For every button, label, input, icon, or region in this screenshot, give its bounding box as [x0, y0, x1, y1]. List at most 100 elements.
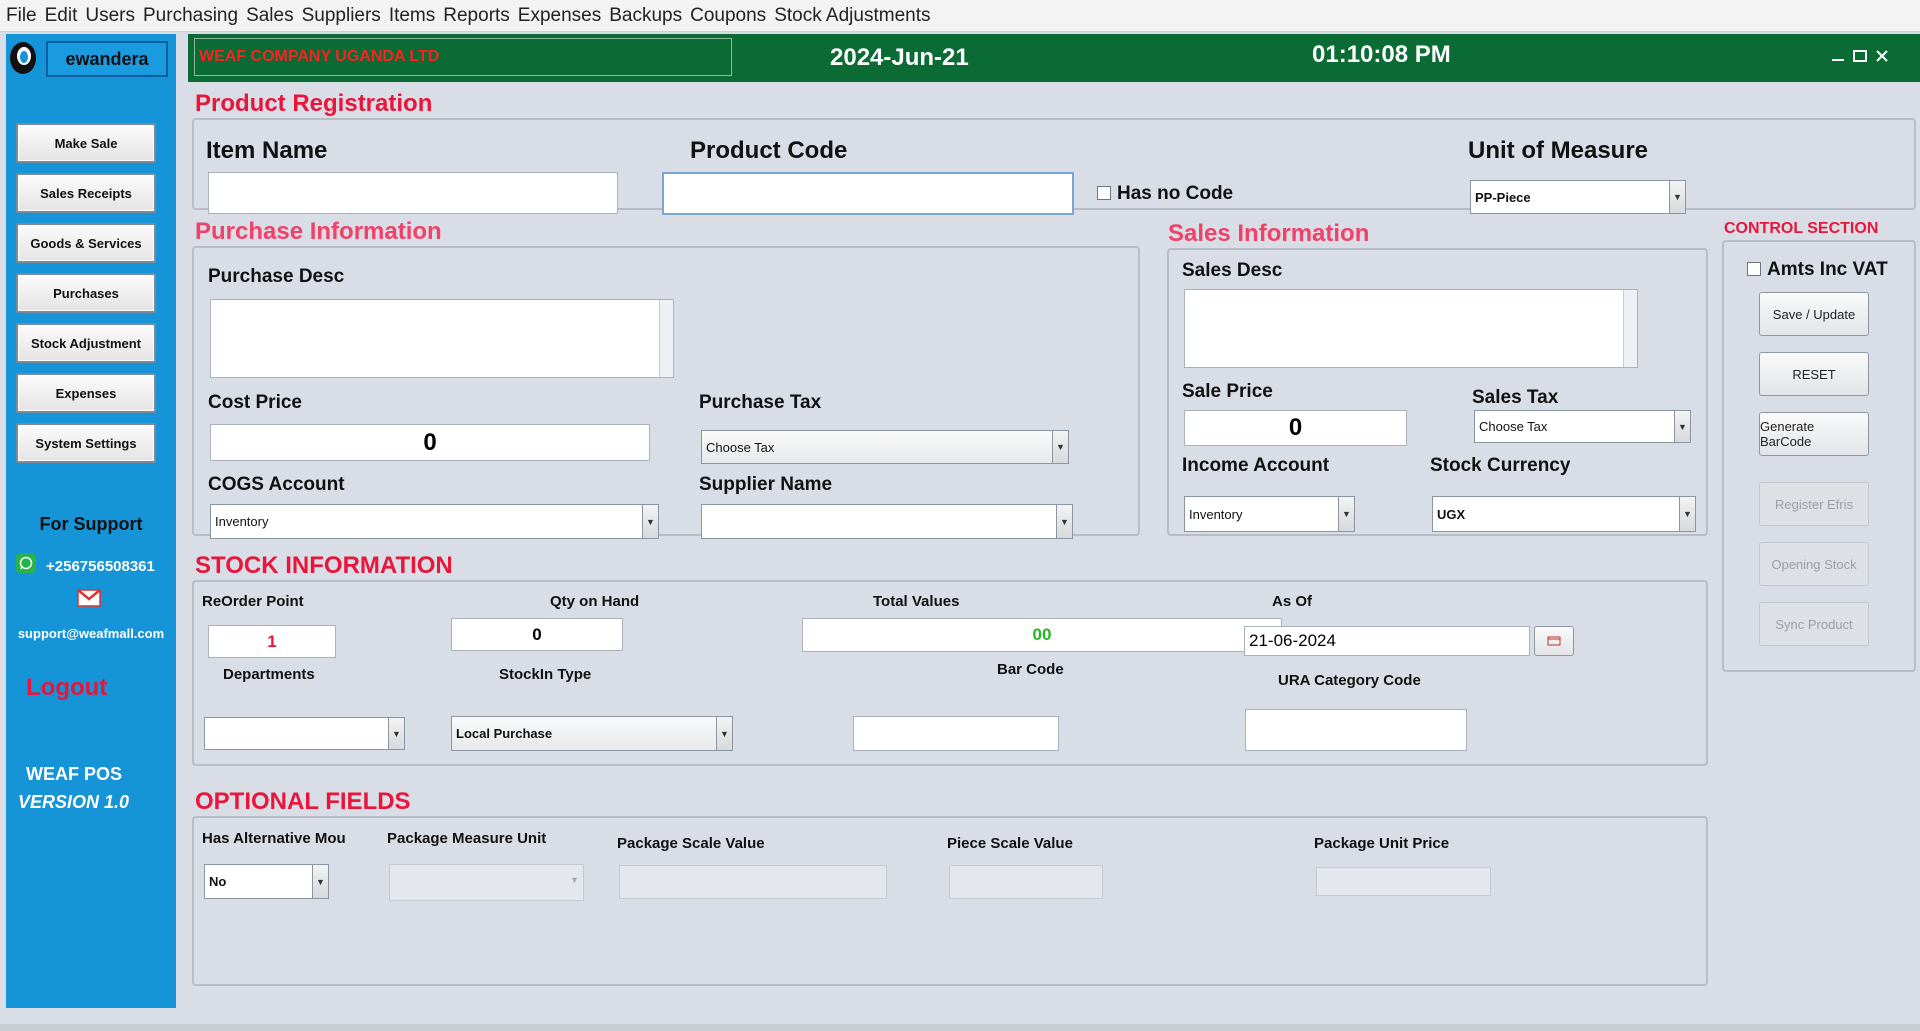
close-icon[interactable]: [1874, 48, 1890, 64]
sales-receipts-button[interactable]: Sales Receipts: [16, 173, 156, 213]
goods-services-button[interactable]: Goods & Services: [16, 223, 156, 263]
piece-scale-value-input[interactable]: [949, 865, 1103, 899]
support-email[interactable]: support@weafmall.com: [6, 626, 176, 641]
purchase-tax-select[interactable]: Choose Tax ▼: [701, 430, 1069, 464]
unit-of-measure-label: Unit of Measure: [1468, 137, 1649, 164]
as-of-date-value: 21-06-2024: [1249, 631, 1336, 650]
package-unit-price-input[interactable]: [1316, 867, 1491, 896]
header-bar: WEAF COMPANY UGANDA LTD 2024-Jun-21 01:1…: [188, 34, 1920, 82]
menu-edit[interactable]: Edit: [45, 5, 78, 27]
optional-fields-title: OPTIONAL FIELDS: [195, 788, 411, 815]
register-efris-button[interactable]: Register Efris: [1759, 482, 1869, 526]
chevron-down-icon: ▼: [388, 718, 404, 749]
purchases-button[interactable]: Purchases: [16, 273, 156, 313]
menu-suppliers[interactable]: Suppliers: [302, 5, 381, 27]
product-code-input[interactable]: [662, 172, 1074, 215]
sale-price-label: Sale Price: [1182, 381, 1273, 402]
menu-expenses[interactable]: Expenses: [518, 5, 601, 27]
sales-desc-scrollbar[interactable]: [1623, 290, 1637, 367]
save-update-button[interactable]: Save / Update: [1759, 292, 1869, 336]
as-of-date-input[interactable]: 21-06-2024: [1244, 626, 1530, 656]
support-phone: +256756508361: [46, 558, 155, 575]
menu-stock-adjustments[interactable]: Stock Adjustments: [774, 5, 930, 27]
unit-of-measure-value: PP-Piece: [1475, 189, 1531, 205]
chevron-down-icon: ▼: [1056, 505, 1072, 538]
menu-purchasing[interactable]: Purchasing: [143, 5, 238, 27]
cost-price-input[interactable]: 0: [210, 424, 650, 461]
sales-tax-value: Choose Tax: [1479, 419, 1548, 434]
mail-icon: [77, 589, 101, 607]
cogs-account-select[interactable]: Inventory ▼: [210, 504, 659, 539]
generate-barcode-button[interactable]: Generate BarCode: [1759, 412, 1869, 456]
menu-items[interactable]: Items: [389, 5, 435, 27]
amts-inc-vat-label: Amts Inc VAT: [1767, 259, 1888, 280]
chevron-down-icon: ▼: [716, 717, 732, 750]
chevron-down-icon: ▼: [642, 505, 658, 538]
supplier-name-select[interactable]: ▼: [701, 504, 1073, 539]
username-badge: ewandera: [46, 41, 168, 77]
has-alternative-mou-select[interactable]: No ▼: [204, 864, 329, 899]
cogs-account-value: Inventory: [215, 514, 269, 529]
stockin-type-select[interactable]: Local Purchase ▼: [451, 716, 733, 751]
make-sale-button[interactable]: Make Sale: [16, 123, 156, 163]
chevron-down-icon: ▼: [1338, 497, 1354, 531]
cost-price-value: 0: [423, 428, 437, 456]
purchase-desc-scrollbar[interactable]: [659, 300, 673, 377]
item-name-input[interactable]: [208, 172, 618, 214]
menu-users[interactable]: Users: [85, 5, 135, 27]
departments-select[interactable]: ▼: [204, 717, 405, 750]
purchase-desc-label: Purchase Desc: [208, 266, 345, 287]
menu-bar: File Edit Users Purchasing Sales Supplie…: [0, 0, 1920, 32]
sales-tax-select[interactable]: Choose Tax ▼: [1474, 410, 1691, 443]
package-scale-value-label: Package Scale Value: [617, 835, 765, 852]
total-values-value: 00: [1032, 625, 1052, 644]
reorder-point-label: ReOrder Point: [202, 593, 304, 610]
bar-code-input[interactable]: [853, 716, 1059, 751]
package-scale-value-input[interactable]: [619, 865, 887, 899]
menu-backups[interactable]: Backups: [609, 5, 682, 27]
sales-desc-textarea[interactable]: [1184, 289, 1638, 368]
purchase-desc-textarea[interactable]: [210, 299, 674, 378]
calendar-icon[interactable]: [1534, 626, 1574, 656]
stock-currency-select[interactable]: UGX ▼: [1432, 496, 1696, 532]
menu-coupons[interactable]: Coupons: [690, 5, 766, 27]
system-settings-button[interactable]: System Settings: [16, 423, 156, 463]
supplier-name-label: Supplier Name: [699, 474, 833, 495]
expenses-button[interactable]: Expenses: [16, 373, 156, 413]
ura-category-code-label: URA Category Code: [1278, 672, 1421, 689]
maximize-icon[interactable]: [1852, 48, 1868, 64]
sync-product-button[interactable]: Sync Product: [1759, 602, 1869, 646]
header-date: 2024-Jun-21: [830, 44, 969, 71]
package-measure-unit-select[interactable]: ▼: [389, 864, 584, 901]
total-values-input[interactable]: 00: [802, 618, 1282, 652]
menu-file[interactable]: File: [6, 5, 37, 27]
unit-of-measure-select[interactable]: PP-Piece ▼: [1470, 180, 1686, 214]
total-values-label: Total Values: [873, 593, 960, 610]
income-account-select[interactable]: Inventory ▼: [1184, 496, 1355, 532]
stockin-type-value: Local Purchase: [456, 726, 553, 741]
opening-stock-button[interactable]: Opening Stock: [1759, 542, 1869, 586]
chevron-down-icon: ▼: [1052, 431, 1068, 463]
sales-tax-label: Sales Tax: [1472, 387, 1559, 408]
menu-reports[interactable]: Reports: [443, 5, 510, 27]
stock-adjustment-button[interactable]: Stock Adjustment: [16, 323, 156, 363]
departments-label: Departments: [223, 666, 315, 683]
ura-category-code-input[interactable]: [1245, 709, 1467, 751]
has-no-code-checkbox[interactable]: [1097, 186, 1111, 200]
username: ewandera: [65, 48, 149, 69]
reorder-point-input[interactable]: 1: [208, 625, 336, 658]
app-version: VERSION 1.0: [18, 792, 130, 812]
minimize-icon[interactable]: [1830, 48, 1846, 64]
menu-sales[interactable]: Sales: [246, 5, 294, 27]
sale-price-input[interactable]: 0: [1184, 410, 1407, 446]
chevron-down-icon: ▼: [570, 875, 579, 885]
package-measure-unit-label: Package Measure Unit: [387, 830, 547, 847]
reset-button[interactable]: RESET: [1759, 352, 1869, 396]
amts-inc-vat-checkbox[interactable]: [1747, 262, 1761, 276]
purchase-tax-value: Choose Tax: [706, 439, 775, 455]
qty-on-hand-label: Qty on Hand: [550, 593, 640, 610]
chevron-down-icon: ▼: [1674, 411, 1690, 442]
chevron-down-icon: ▼: [1679, 497, 1695, 531]
qty-on-hand-input[interactable]: 0: [451, 618, 623, 651]
logout-link[interactable]: Logout: [26, 674, 107, 702]
